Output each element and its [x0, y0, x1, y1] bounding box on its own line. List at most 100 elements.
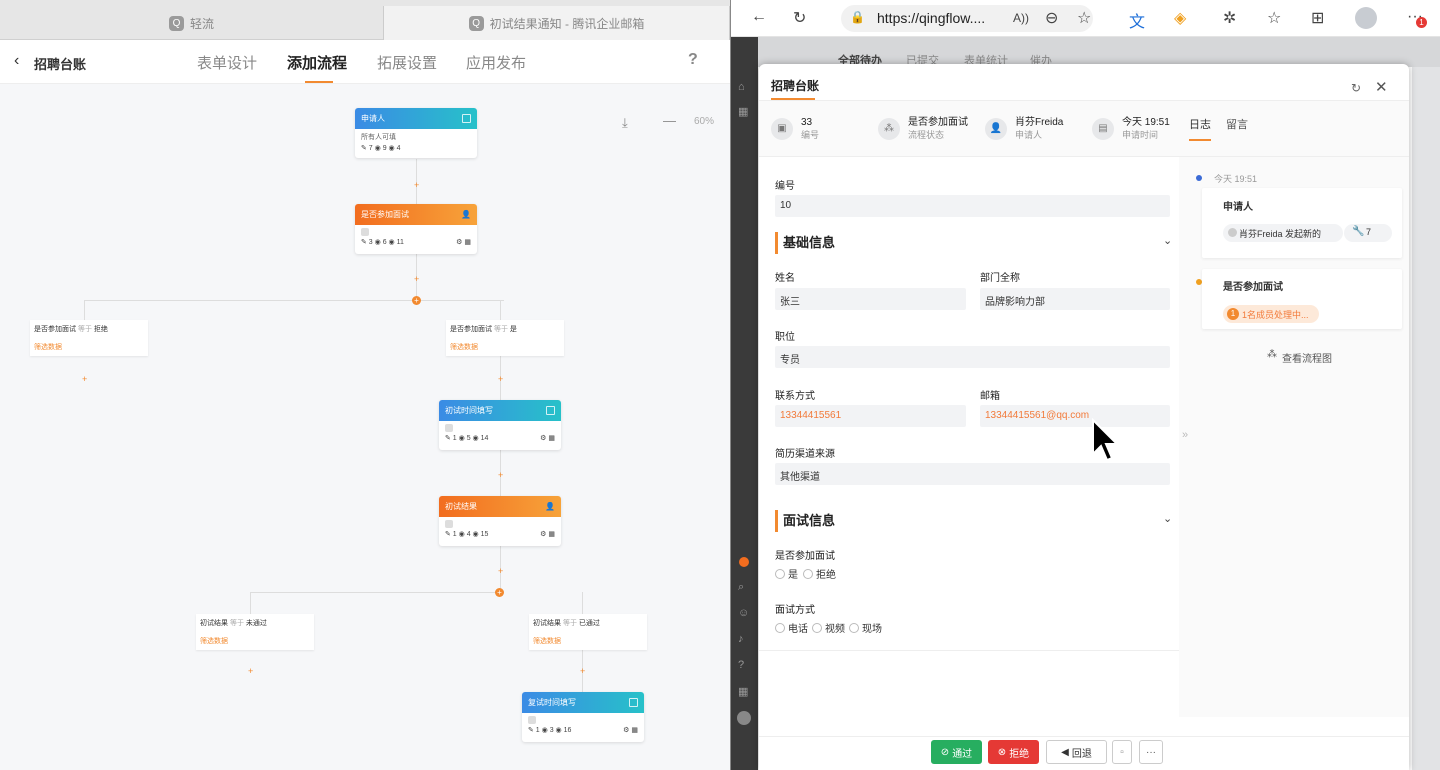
flow-node-applicant[interactable]: 申请人 所有人可填 ✎ 7 ◉ 9 ◉ 4: [355, 108, 477, 158]
tab-log[interactable]: 日志: [1189, 116, 1211, 132]
approve-button[interactable]: ⊘ 通过: [931, 740, 982, 764]
info-label: 流程状态: [908, 130, 945, 140]
view-flowchart-link[interactable]: 查看流程图: [1282, 350, 1332, 365]
flow-node-attend-interview[interactable]: 是否参加面试 👤 ✎ 3 ◉ 6 ◉ 11 ⚙ ▦: [355, 204, 477, 254]
add-node-icon[interactable]: +: [498, 470, 503, 480]
filter-data-link[interactable]: 筛选数据: [196, 628, 314, 646]
add-node-icon[interactable]: +: [498, 566, 503, 576]
reload-icon[interactable]: ↻: [793, 8, 806, 28]
field-dept[interactable]: 品牌影响力部: [980, 288, 1170, 310]
extension-shield-icon[interactable]: ◈: [1174, 8, 1186, 28]
contacts-icon[interactable]: ☺: [738, 607, 749, 619]
lock-icon: 🔒: [850, 10, 865, 24]
form-icon: [462, 114, 471, 123]
info-apply-time: ▤ 今天 19:51 申请时间: [1092, 116, 1170, 141]
field-email[interactable]: 13344415561@qq.com: [980, 405, 1170, 427]
info-label: 编号: [801, 130, 820, 140]
refresh-icon[interactable]: ↻: [1351, 81, 1361, 95]
radio-method-phone[interactable]: 电话: [775, 620, 808, 635]
chevron-down-icon[interactable]: ⌄: [1163, 234, 1172, 247]
translate-icon[interactable]: 文: [1129, 8, 1145, 32]
browser-window: ← ↻ 🔒 https://qingflow.... A)) ⊖ ☆ 文 ◈ ✲…: [730, 0, 1440, 770]
browser-tab-qingflow[interactable]: Q 轻流: [0, 6, 383, 40]
browser-tab-label: 轻流: [189, 16, 214, 31]
back-arrow-icon[interactable]: ‹: [14, 52, 19, 70]
radio-attend-yes[interactable]: 是: [775, 566, 798, 581]
chevron-down-icon[interactable]: ⌄: [1163, 512, 1172, 525]
app-title: 招聘台账: [34, 57, 87, 72]
field-phone[interactable]: 13344415561: [775, 405, 966, 427]
log-step-title: 申请人: [1223, 202, 1253, 213]
add-node-icon[interactable]: +: [498, 374, 503, 384]
help-icon[interactable]: ?: [688, 51, 698, 69]
add-branch-icon[interactable]: +: [495, 588, 504, 597]
collections-icon[interactable]: ⊞: [1311, 8, 1324, 28]
condition-value: 已通过: [578, 620, 600, 627]
favorites-icon[interactable]: ☆: [1267, 8, 1281, 28]
tab-app-publish[interactable]: 应用发布: [466, 52, 526, 73]
extensions-icon[interactable]: ✲: [1223, 8, 1236, 28]
bell-icon[interactable]: ♪: [738, 633, 744, 645]
flow-node-first-result[interactable]: 初试结果 👤 ✎ 1 ◉ 4 ◉ 15 ⚙ ▦: [439, 496, 561, 546]
help-icon[interactable]: ?: [738, 659, 744, 671]
search-icon[interactable]: ⌕: [738, 581, 744, 594]
radio-method-video[interactable]: 视频: [812, 620, 845, 635]
zoom-out-icon[interactable]: —: [663, 113, 676, 128]
download-icon[interactable]: ⤓: [622, 115, 628, 131]
add-node-icon[interactable]: +: [414, 274, 419, 284]
user-avatar[interactable]: [737, 711, 751, 725]
radio-attend-reject[interactable]: 拒绝: [803, 566, 836, 581]
add-node-icon[interactable]: +: [580, 666, 585, 676]
browser-tab-mail[interactable]: Q 初试结果通知 - 腾讯企业邮箱: [383, 6, 730, 40]
expand-panel-icon[interactable]: »: [1182, 429, 1188, 441]
field-position[interactable]: 专员: [775, 346, 1170, 368]
reject-button[interactable]: ⊗ 拒绝: [988, 740, 1039, 764]
tab-extend-settings[interactable]: 拓展设置: [377, 52, 437, 73]
tab-form-design[interactable]: 表单设计: [197, 52, 257, 73]
apps-icon[interactable]: ▦: [738, 105, 748, 118]
save-button[interactable]: ▫: [1112, 740, 1132, 764]
more-button[interactable]: ···: [1139, 740, 1163, 764]
add-branch-icon[interactable]: +: [412, 296, 421, 305]
flow-node-first-time[interactable]: 初试时间填写 ✎ 1 ◉ 5 ◉ 14 ⚙ ▦: [439, 400, 561, 450]
field-source[interactable]: 其他渠道: [775, 463, 1170, 485]
form-icon: [629, 698, 638, 707]
grid-icon[interactable]: ▦: [738, 685, 748, 698]
filter-data-link[interactable]: 筛选数据: [30, 334, 148, 352]
branch-condition-yes[interactable]: 是否参加面试 等于 是 筛选数据: [446, 320, 564, 356]
flow-chart-icon: ⁂: [1267, 349, 1277, 360]
read-aloud-icon[interactable]: A)): [1013, 11, 1029, 25]
field-id[interactable]: 10: [775, 195, 1170, 217]
user-icon: 👤: [985, 117, 1007, 140]
filter-data-link[interactable]: 筛选数据: [446, 334, 564, 352]
tab-add-flow[interactable]: 添加流程: [287, 52, 347, 73]
profile-avatar[interactable]: [1355, 7, 1377, 29]
add-node-icon[interactable]: +: [82, 374, 87, 384]
radio-method-onsite[interactable]: 现场: [849, 620, 882, 635]
filter-data-link[interactable]: 筛选数据: [529, 628, 647, 646]
browser-toolbar: ← ↻ 🔒 https://qingflow.... A)) ⊖ ☆ 文 ◈ ✲…: [731, 0, 1440, 37]
field-label-attend: 是否参加面试: [775, 551, 835, 562]
branch-condition-passed[interactable]: 初试结果 等于 已通过 筛选数据: [529, 614, 647, 650]
close-icon[interactable]: ✕: [1375, 78, 1388, 96]
favorite-add-icon[interactable]: ☆: [1077, 8, 1091, 28]
branch-condition-reject[interactable]: 是否参加面试 等于 拒绝 筛选数据: [30, 320, 148, 356]
field-name[interactable]: 张三: [775, 288, 966, 310]
zoom-icon[interactable]: ⊖: [1045, 8, 1058, 28]
button-label: 拒绝: [1009, 748, 1030, 760]
rollback-button[interactable]: ◀ 回退: [1046, 740, 1107, 764]
home-icon[interactable]: ⌂: [738, 81, 745, 93]
condition-op: 等于: [562, 620, 577, 627]
flow-node-second-time[interactable]: 复试时间填写 ✎ 1 ◉ 3 ◉ 16 ⚙ ▦: [522, 692, 644, 742]
active-tab-indicator: [305, 81, 333, 83]
branch-condition-failed[interactable]: 初试结果 等于 未通过 筛选数据: [196, 614, 314, 650]
back-icon[interactable]: ←: [751, 8, 767, 26]
app-sidebar: ⌂ ▦ ⌕ ☺ ♪ ? ▦: [731, 37, 758, 770]
tab-comments[interactable]: 留言: [1226, 116, 1248, 132]
flow-canvas[interactable]: + + + + + + + + + + 申请人 所有人可填 ✎ 7 ◉ 9 ◉ …: [0, 84, 730, 770]
node-title: 初试结果: [445, 502, 477, 511]
add-node-icon[interactable]: +: [414, 180, 419, 190]
add-node-icon[interactable]: +: [248, 666, 253, 676]
mini-avatar: [1228, 228, 1237, 237]
flow-editor-window: Q 轻流 Q 初试结果通知 - 腾讯企业邮箱 ‹ 招聘台账 表单设计 添加流程 …: [0, 0, 730, 770]
